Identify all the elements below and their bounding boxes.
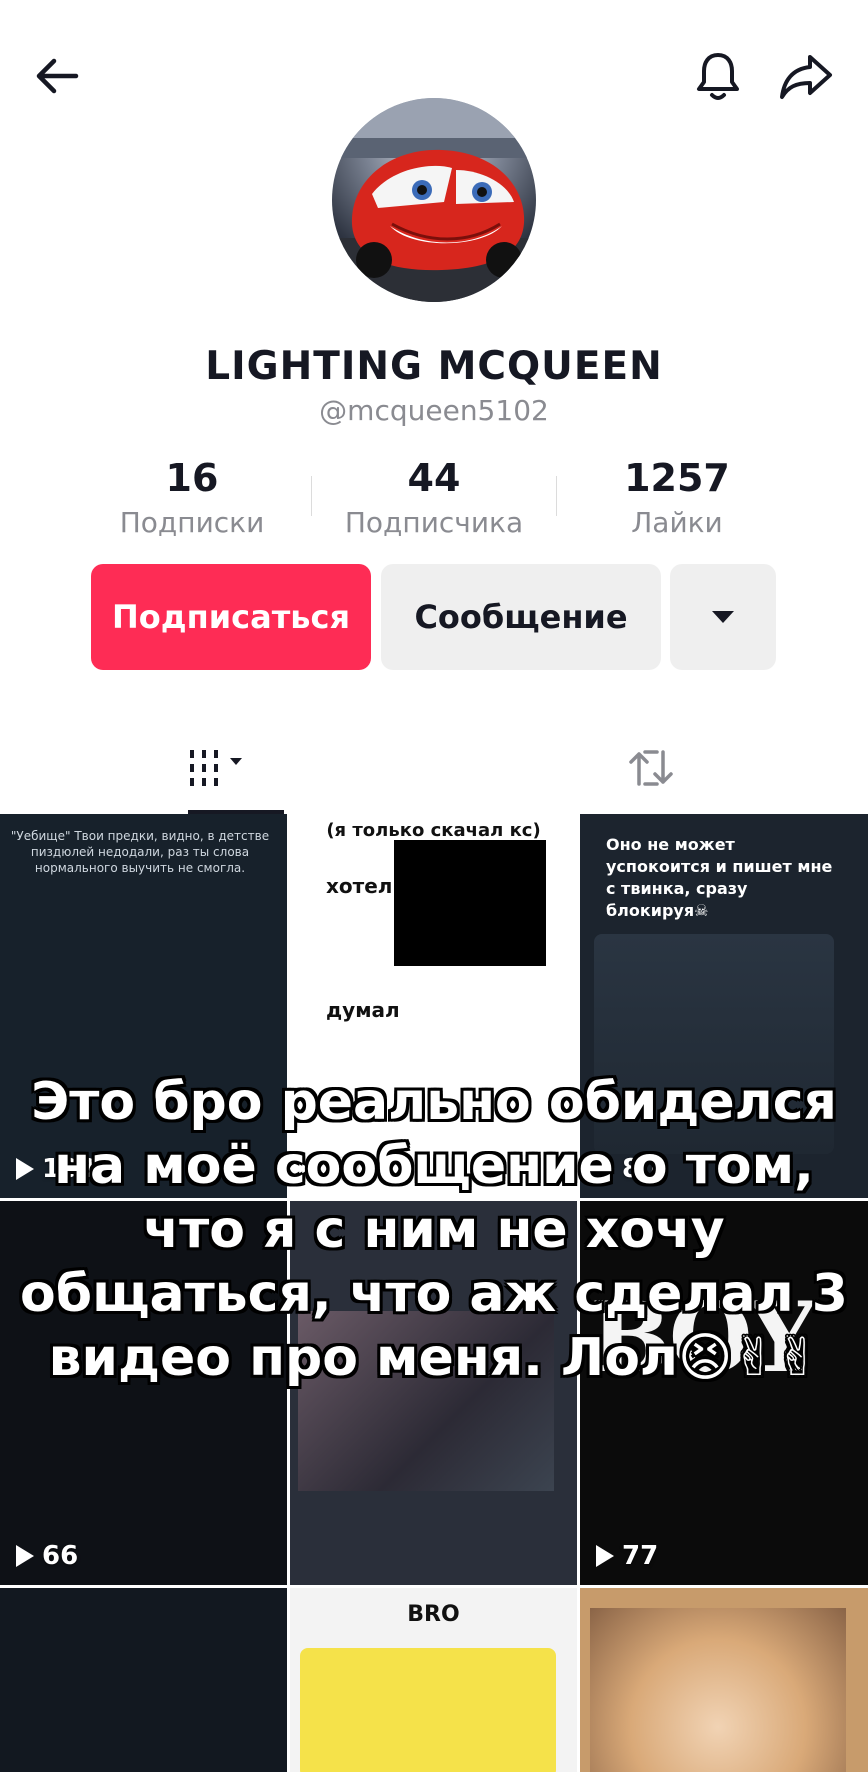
caret-down-icon bbox=[712, 611, 734, 623]
bell-icon bbox=[697, 53, 739, 100]
thumbnail-caption: BRO bbox=[407, 1602, 460, 1627]
arrow-left-icon bbox=[36, 58, 79, 94]
stat-divider bbox=[311, 476, 312, 516]
follow-button[interactable]: Подписаться bbox=[91, 564, 371, 670]
more-options-button[interactable] bbox=[670, 564, 776, 670]
back-button[interactable] bbox=[26, 44, 90, 108]
stat-label: Подписки bbox=[119, 506, 265, 539]
thumbnail-word: думал bbox=[326, 998, 400, 1022]
stat-divider bbox=[556, 476, 557, 516]
thumbnail-word: хотел bbox=[326, 874, 393, 898]
profile-stats: 16 Подписки 44 Подписчика 1257 Лайки bbox=[0, 456, 868, 546]
tab-reposts[interactable] bbox=[434, 720, 868, 816]
profile-display-name: LIGHTING MCQUEEN bbox=[205, 344, 663, 389]
share-arrow-icon bbox=[780, 55, 832, 99]
message-button[interactable]: Сообщение bbox=[381, 564, 661, 670]
lightning-mcqueen-car-image bbox=[332, 98, 536, 302]
thumbnail-caption: (я только скачал кс) bbox=[326, 820, 541, 841]
content-tabs bbox=[0, 720, 868, 816]
view-count: 66 bbox=[16, 1541, 78, 1571]
view-count-value: 66 bbox=[42, 1541, 79, 1571]
play-icon bbox=[596, 1545, 614, 1567]
stat-likes[interactable]: 1257 Лайки bbox=[577, 456, 777, 539]
black-box-image bbox=[394, 840, 546, 966]
view-count: 77 bbox=[596, 1541, 658, 1571]
stat-label: Лайки bbox=[631, 506, 723, 539]
grid-icon bbox=[190, 750, 242, 786]
stat-followers[interactable]: 44 Подписчика bbox=[334, 456, 534, 539]
thumbnail-caption: Оно не может успокоится и пишет мне с тв… bbox=[606, 835, 833, 920]
profile-handle: @mcqueen5102 bbox=[319, 394, 549, 427]
notifications-button[interactable] bbox=[686, 44, 750, 108]
overlay-caption: Это бро реально обиделся на моё сообщени… bbox=[20, 1072, 848, 1388]
stat-following[interactable]: 16 Подписки bbox=[92, 456, 292, 539]
stat-value: 44 bbox=[407, 456, 461, 500]
spongebob-image bbox=[300, 1648, 556, 1772]
repost-icon bbox=[629, 750, 673, 786]
play-icon bbox=[16, 1545, 34, 1567]
video-thumbnail[interactable] bbox=[580, 1588, 868, 1772]
stat-label: Подписчика bbox=[344, 506, 524, 539]
video-thumbnail[interactable] bbox=[0, 1588, 287, 1772]
view-count-value: 77 bbox=[622, 1541, 659, 1571]
stat-value: 16 bbox=[165, 456, 219, 500]
tab-videos[interactable] bbox=[0, 720, 434, 816]
avatar[interactable] bbox=[332, 98, 536, 302]
stat-value: 1257 bbox=[624, 456, 730, 500]
video-thumbnail[interactable]: BRO bbox=[290, 1588, 577, 1772]
face-closeup-image bbox=[590, 1608, 846, 1772]
share-button[interactable] bbox=[774, 44, 838, 108]
thumbnail-caption: "Уебище" Твои предки, видно, в детстве п… bbox=[10, 829, 270, 875]
